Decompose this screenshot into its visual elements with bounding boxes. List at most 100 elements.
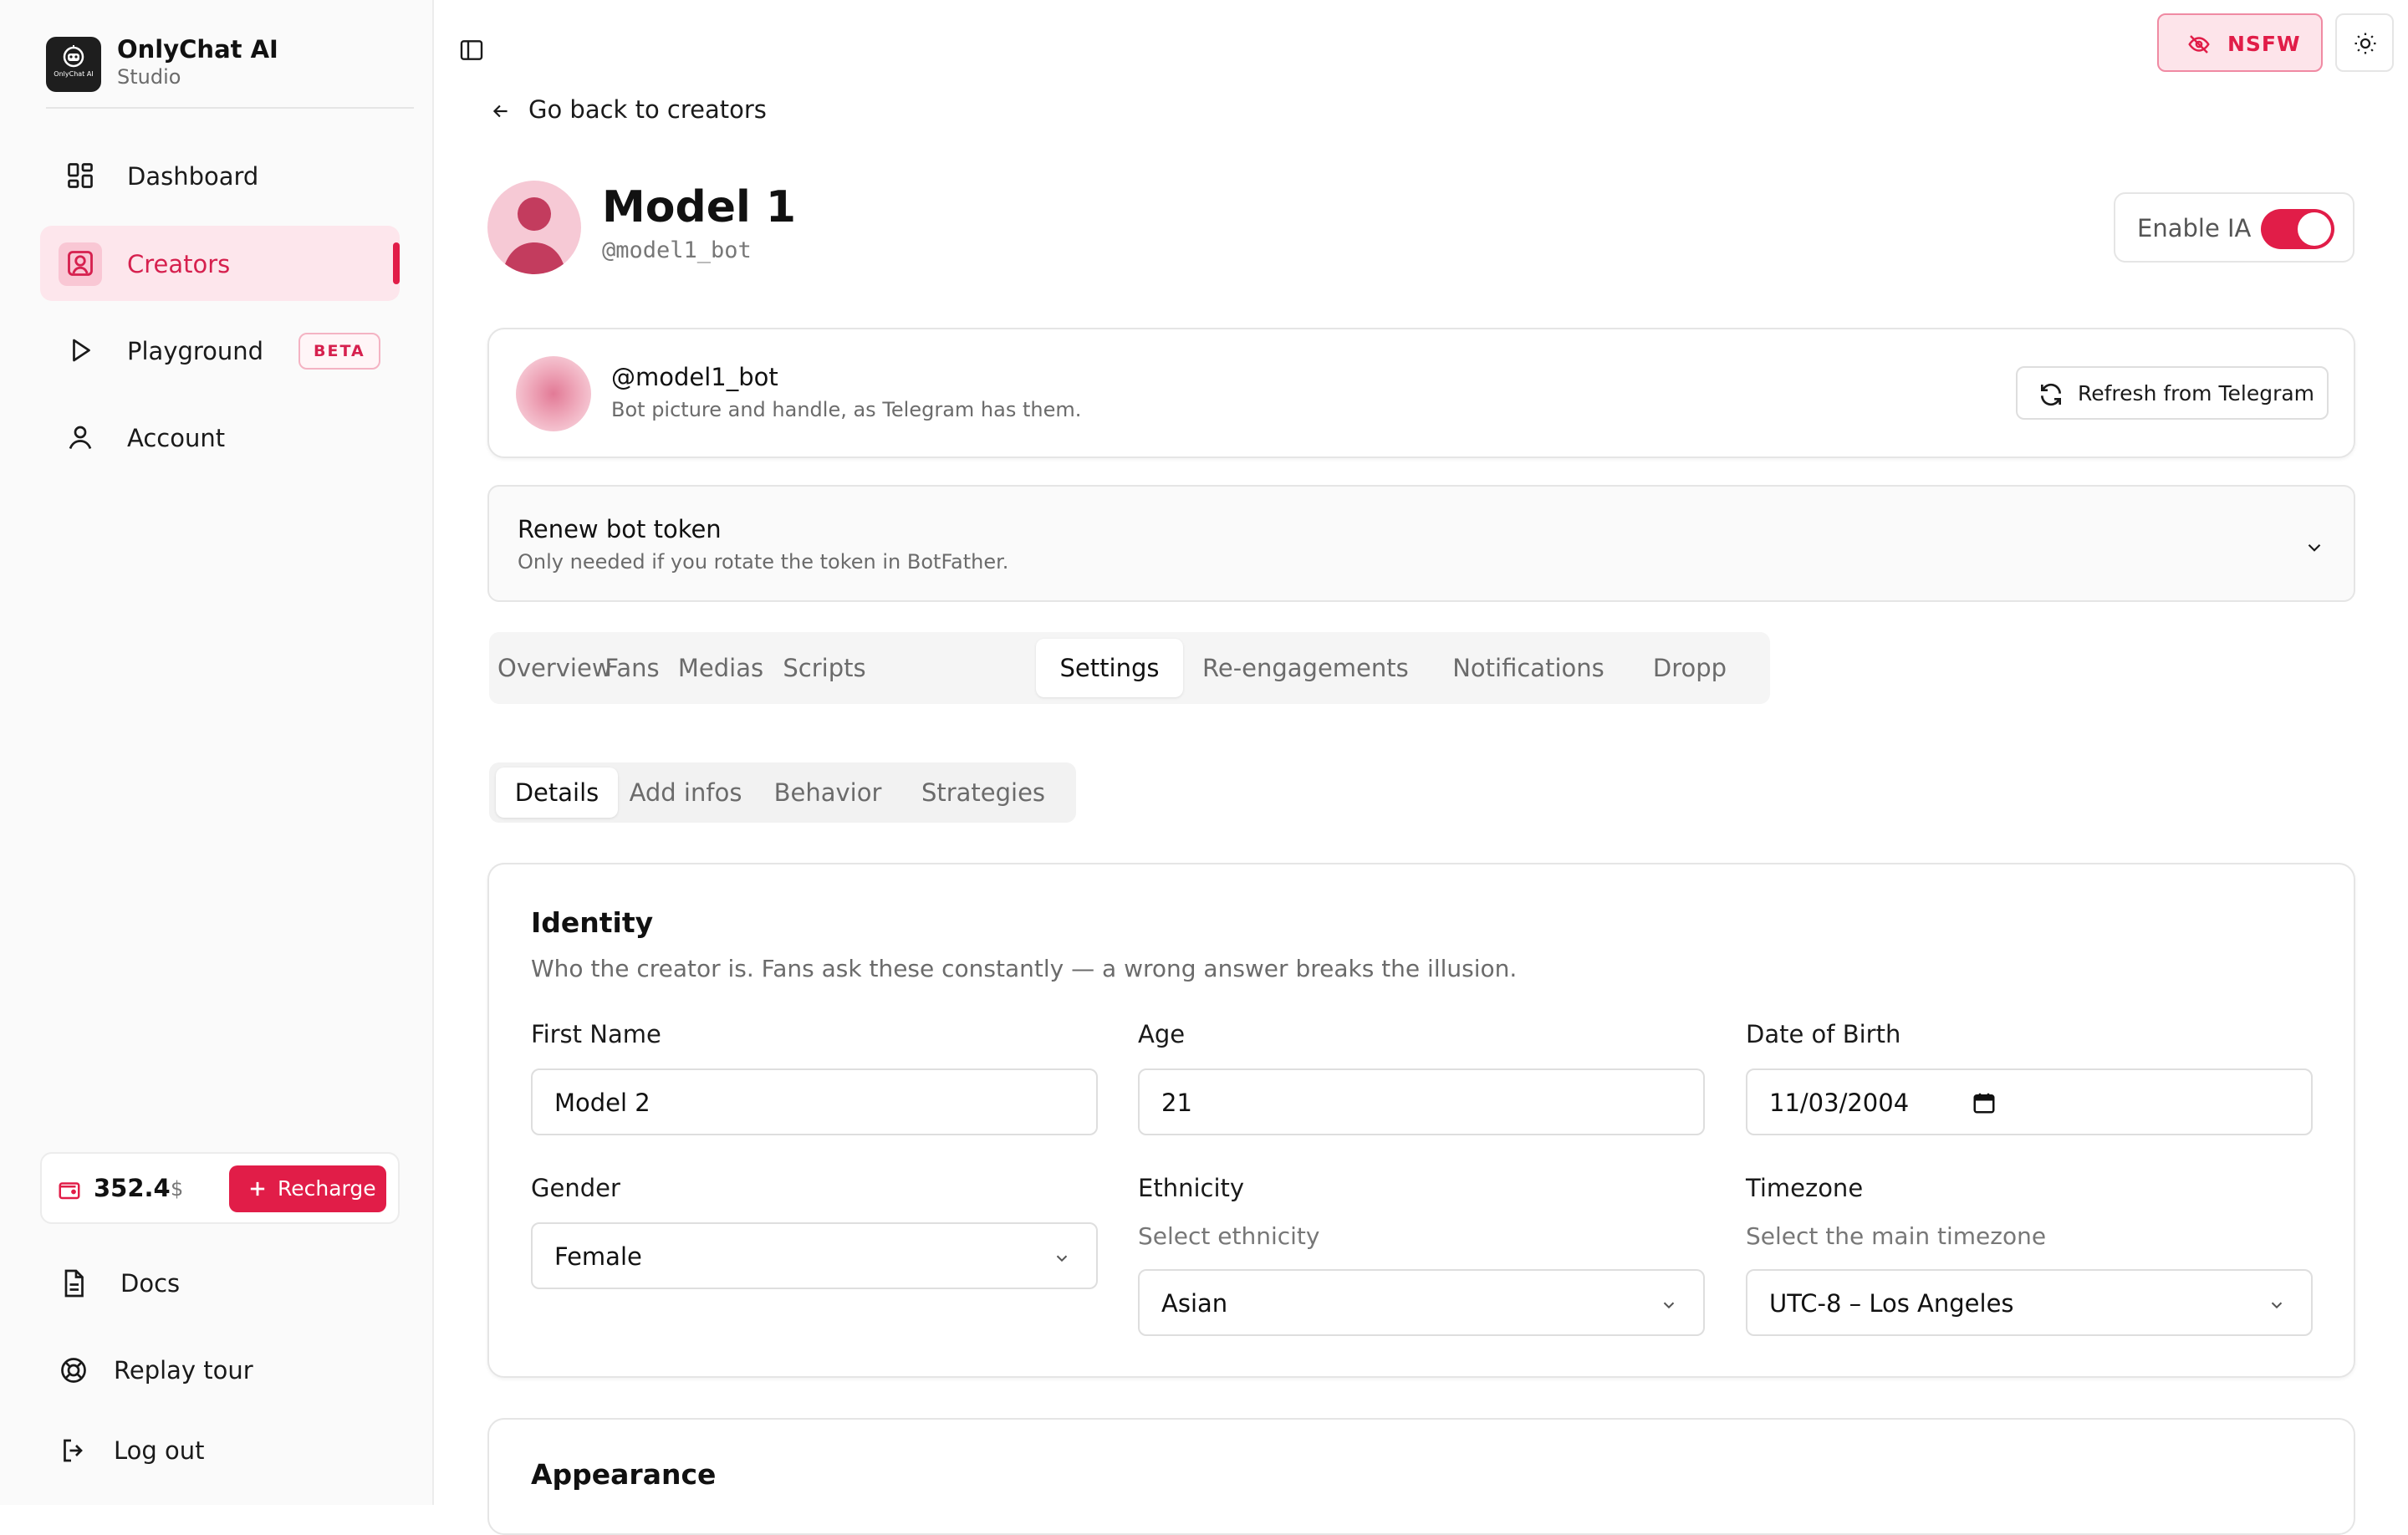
beta-badge: BETA (298, 333, 380, 370)
timezone-select[interactable]: UTC-8 – Los Angeles (1746, 1269, 2313, 1336)
eye-off-icon (2188, 35, 2210, 54)
sidebar-item-label: Log out (114, 1436, 205, 1465)
creator-tabs: Overview Fans Medias Scripts Settings Re… (489, 632, 1770, 704)
settings-subtabs: Details Add infos Behavior Strategies (489, 762, 1076, 823)
bot-handle: @model1_bot (611, 363, 778, 391)
identity-description: Who the creator is. Fans ask these const… (531, 955, 1518, 982)
chevron-down-icon (2271, 1302, 2283, 1309)
ethnicity-value: Asian (1161, 1289, 1228, 1318)
tab-settings[interactable]: Settings (1036, 639, 1183, 697)
arrow-left-icon (492, 105, 508, 118)
dob-value: 11/03/2004 (1769, 1089, 1910, 1117)
renew-title: Renew bot token (518, 515, 722, 543)
appearance-title: Appearance (531, 1458, 717, 1491)
sidebar-item-label: Docs (120, 1269, 181, 1298)
balance-amount: 352.4 (94, 1174, 171, 1202)
dob-label: Date of Birth (1746, 1020, 1901, 1048)
grid-icon (68, 163, 93, 188)
subtab-add-infos[interactable]: Add infos (626, 768, 745, 818)
first-name-value: Model 2 (554, 1089, 650, 1117)
age-input[interactable]: 21 (1138, 1068, 1705, 1135)
gender-label: Gender (531, 1174, 620, 1202)
brand-name: OnlyChat AI (117, 35, 278, 64)
logout-icon (64, 1439, 83, 1462)
sidebar-item-label: Replay tour (114, 1356, 253, 1385)
ethnicity-label: Ethnicity (1138, 1174, 1245, 1202)
bot-picture (516, 356, 591, 431)
gender-select[interactable]: Female (531, 1222, 1098, 1289)
age-label: Age (1138, 1020, 1186, 1048)
refresh-icon (2041, 383, 2061, 406)
wallet-icon (59, 1182, 80, 1200)
sidebar-item-playground[interactable]: Playground BETA (40, 313, 400, 388)
back-link-label: Go back to creators (528, 95, 767, 124)
refresh-from-telegram-button[interactable]: Refresh from Telegram (2016, 366, 2329, 420)
first-name-input[interactable]: Model 2 (531, 1068, 1098, 1135)
sidebar-item-label: Creators (127, 250, 231, 278)
ethnicity-hint: Select ethnicity (1138, 1222, 1320, 1250)
balance-widget: 352.4 $ Recharge (40, 1152, 400, 1224)
sun-icon (2354, 33, 2376, 54)
sidebar-toggle-icon[interactable] (458, 37, 485, 64)
ethnicity-select[interactable]: Asian (1138, 1269, 1705, 1336)
brand-subtitle: Studio (117, 65, 181, 89)
tab-medias[interactable]: Medias (670, 639, 772, 697)
sidebar-item-account[interactable]: Account (40, 400, 400, 475)
brand[interactable]: OnlyChat AI OnlyChat AI Studio (46, 35, 414, 109)
enable-ia-control: Enable IA (2114, 192, 2354, 263)
tab-fans[interactable]: Fans (599, 639, 665, 697)
theme-toggle-button[interactable] (2335, 13, 2394, 72)
first-name-label: First Name (531, 1020, 661, 1048)
user-avatar-icon (503, 197, 566, 274)
toggle-knob (2298, 212, 2331, 246)
lifebuoy-icon (61, 1358, 86, 1383)
subtab-behavior[interactable]: Behavior (773, 768, 882, 818)
chevron-down-icon (2308, 543, 2321, 552)
brand-logo: OnlyChat AI (46, 37, 101, 92)
creator-name: Model 1 (602, 182, 797, 232)
active-indicator (393, 242, 400, 284)
recharge-label: Recharge (278, 1176, 376, 1201)
creator-handle: @model1_bot (602, 237, 752, 263)
refresh-label: Refresh from Telegram (2078, 381, 2315, 405)
sidebar-item-label: Playground (127, 337, 264, 365)
bot-description: Bot picture and handle, as Telegram has … (611, 398, 1082, 421)
renew-bot-token-accordion[interactable]: Renew bot token Only needed if you rotat… (487, 485, 2355, 602)
tab-re-engagements[interactable]: Re-engagements (1202, 639, 1409, 697)
subtab-details[interactable]: Details (496, 768, 618, 818)
dob-input[interactable]: 11/03/2004 (1746, 1068, 2313, 1135)
user-square-icon (68, 251, 93, 276)
nsfw-label: NSFW (2227, 32, 2301, 56)
robot-icon (63, 45, 84, 68)
creator-avatar (487, 181, 581, 274)
sidebar: OnlyChat AI OnlyChat AI Studio Dashboard… (0, 0, 434, 1505)
nsfw-button[interactable]: NSFW (2157, 13, 2323, 72)
recharge-button[interactable]: Recharge (229, 1165, 386, 1212)
timezone-value: UTC-8 – Los Angeles (1769, 1289, 2014, 1318)
sidebar-item-label: Account (127, 424, 226, 452)
tab-notifications[interactable]: Notifications (1432, 639, 1625, 697)
enable-ia-toggle[interactable] (2261, 209, 2334, 249)
calendar-icon[interactable] (1972, 1090, 1997, 1115)
user-icon (69, 426, 92, 450)
sidebar-item-creators[interactable]: Creators (40, 226, 400, 301)
tab-scripts[interactable]: Scripts (778, 639, 870, 697)
gender-value: Female (554, 1242, 642, 1271)
enable-ia-label: Enable IA (2137, 214, 2252, 242)
bot-card: @model1_bot Bot picture and handle, as T… (487, 328, 2355, 458)
tab-dropp[interactable]: Dropp (1648, 639, 1732, 697)
identity-section: Identity Who the creator is. Fans ask th… (487, 863, 2355, 1378)
balance-currency: $ (171, 1177, 184, 1201)
brand-logo-text: OnlyChat AI (54, 70, 94, 78)
sidebar-item-dashboard[interactable]: Dashboard (40, 138, 400, 213)
sidebar-item-label: Dashboard (127, 162, 259, 191)
play-icon (73, 339, 90, 362)
age-value: 21 (1161, 1089, 1192, 1117)
timezone-label: Timezone (1746, 1174, 1864, 1202)
identity-title: Identity (531, 906, 654, 939)
chevron-down-icon (1663, 1302, 1675, 1309)
document-icon (64, 1269, 84, 1298)
subtab-strategies[interactable]: Strategies (914, 768, 1053, 818)
renew-description: Only needed if you rotate the token in B… (518, 550, 1009, 574)
tab-overview[interactable]: Overview (497, 639, 612, 697)
